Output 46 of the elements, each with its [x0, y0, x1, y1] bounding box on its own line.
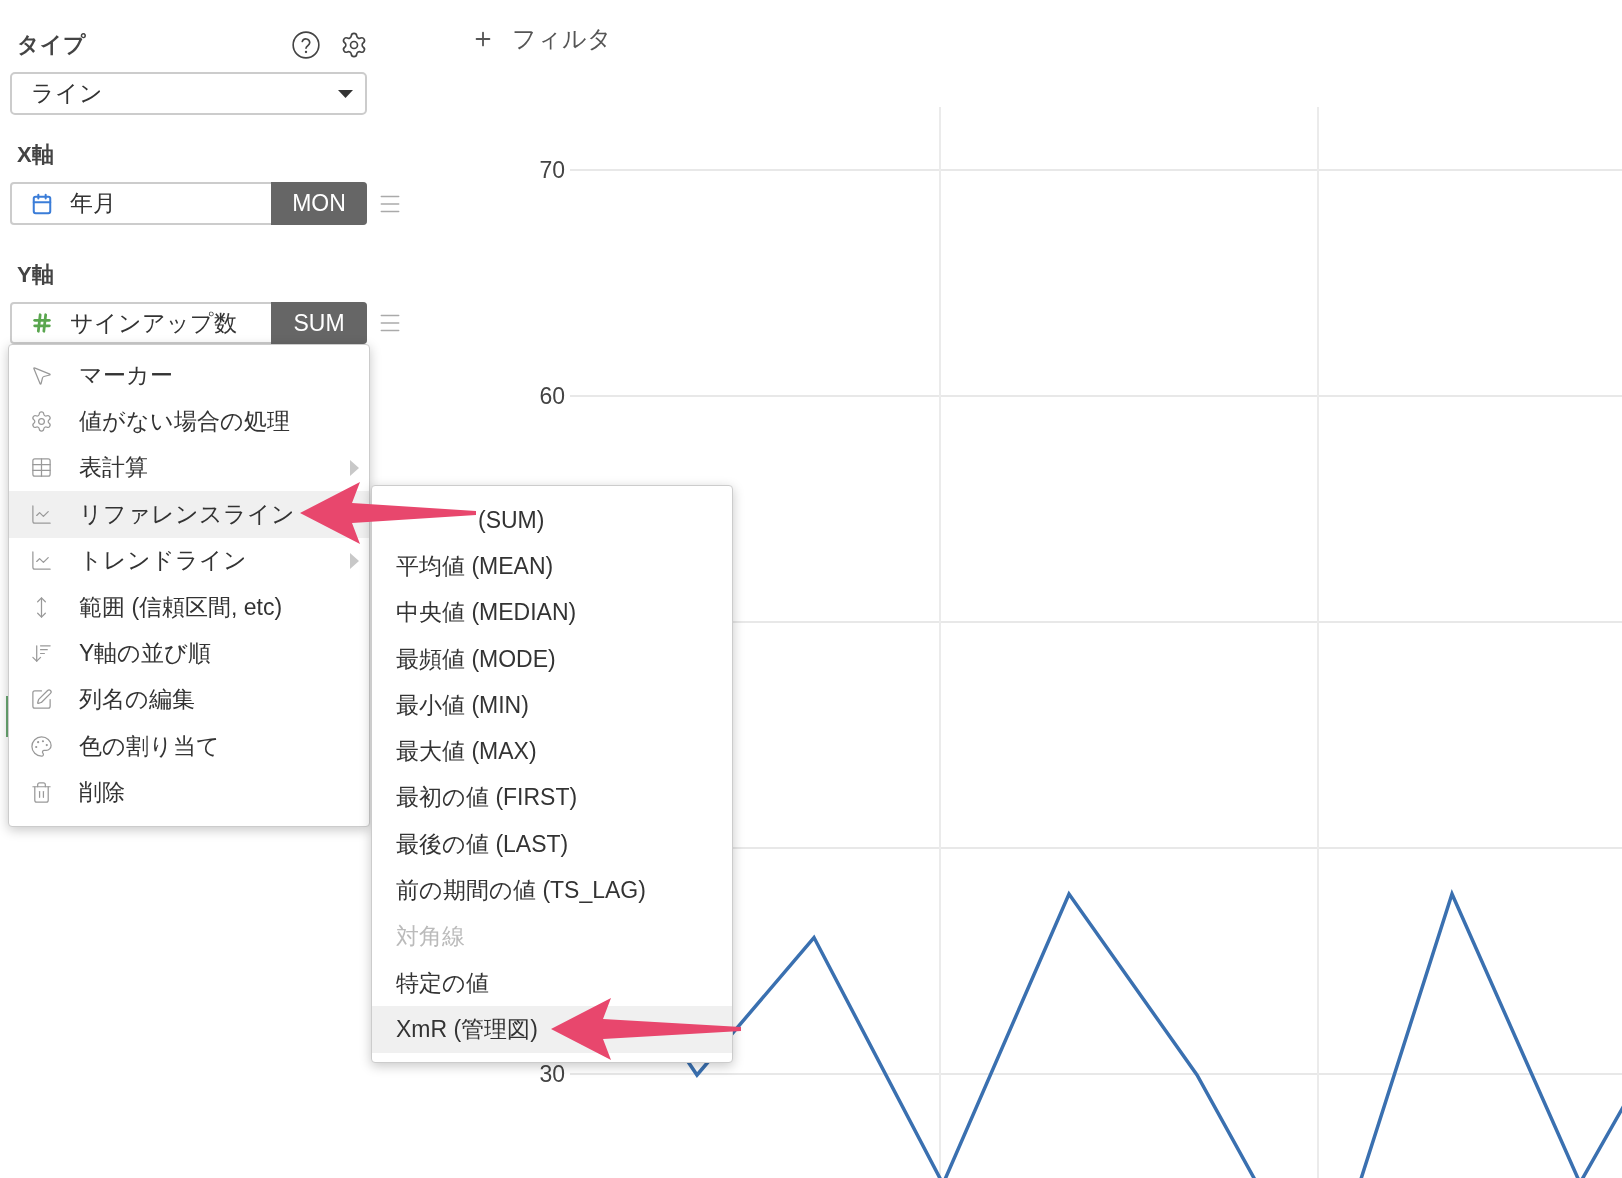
menu-item[interactable]: 前の期間の値 (TS_LAG)	[372, 867, 732, 914]
menu-item[interactable]: Y軸の並び順	[9, 630, 369, 677]
menu-item[interactable]: 最後の値 (LAST)	[372, 821, 732, 868]
line-chart-icon	[30, 502, 53, 526]
line-chart-icon	[30, 549, 53, 573]
calendar-icon	[31, 192, 53, 215]
menu-item[interactable]: 範囲 (信頼区間, etc)	[9, 583, 369, 631]
caret-icon	[338, 89, 353, 98]
axis-tick-label: 70	[539, 157, 565, 183]
palette-icon	[30, 734, 53, 758]
section-label: タイプ	[17, 32, 86, 58]
field-name: サインアップ数	[70, 308, 237, 338]
settings-icon	[30, 410, 53, 434]
menu-item[interactable]: 最初の値 (FIRST)	[372, 774, 732, 822]
edit-icon	[30, 688, 53, 712]
menu-item[interactable]: トレンドライン	[9, 537, 369, 584]
axis-tick-label: 60	[539, 383, 565, 409]
menu-item[interactable]: リファレンスライン	[9, 491, 369, 538]
menu-item[interactable]: 列名の編集	[9, 676, 369, 724]
hash-icon	[31, 312, 53, 334]
filter-button[interactable]: フィルタ	[472, 22, 612, 56]
menu-item[interactable]: 色の割り当て	[9, 723, 369, 770]
table-icon	[30, 456, 53, 480]
menu-item[interactable]: 最大値 (MAX)	[372, 728, 732, 775]
settings-icon[interactable]	[340, 31, 368, 59]
trash-icon	[30, 781, 53, 805]
menu-item[interactable]: マーカー	[9, 352, 369, 399]
aggregation-button[interactable]: SUM	[271, 302, 367, 344]
field-pill[interactable]: 年月 MON	[10, 182, 367, 225]
menu-item[interactable]: 値がない場合の処理	[9, 398, 369, 445]
axis-tick-label: 30	[539, 1061, 565, 1087]
help-icon[interactable]	[292, 31, 320, 59]
field-name: 年月	[70, 189, 116, 218]
menu-item[interactable]: (SUM)	[477, 497, 732, 544]
menu-item[interactable]: 中央値 (MEDIAN)	[372, 589, 732, 636]
section-label: X軸	[17, 142, 54, 168]
menu-item[interactable]: 削除	[9, 769, 369, 816]
menu-item[interactable]: 特定の値	[372, 959, 732, 1007]
section-label: Y軸	[17, 262, 54, 288]
chart-type-select[interactable]: ライン	[10, 72, 367, 115]
menu-item[interactable]: 最頻値 (MODE)	[372, 635, 732, 683]
aggregation-button[interactable]: MON	[271, 182, 367, 225]
menu-item[interactable]: 平均値 (MEAN)	[372, 543, 732, 590]
menu-item[interactable]: 最小値 (MIN)	[372, 682, 732, 729]
field-pill[interactable]: サインアップ数 SUM	[10, 302, 367, 344]
menu-item[interactable]: 表計算	[9, 444, 369, 492]
